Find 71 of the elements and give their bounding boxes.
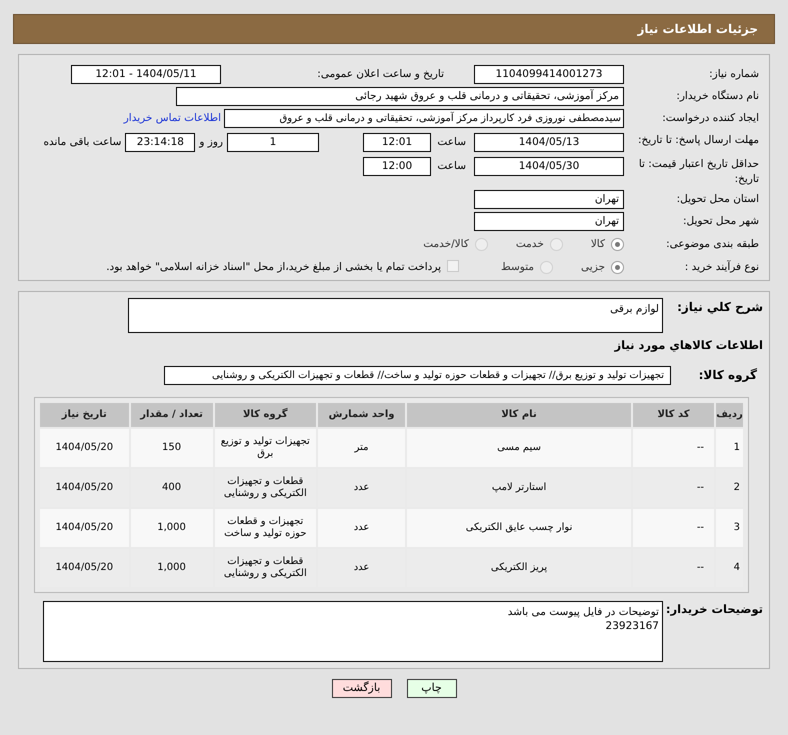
field-label: شهر محل تحویل: — [682, 214, 759, 229]
column-header: تعداد / مقدار — [130, 402, 213, 427]
field-label: ساعت — [436, 159, 467, 174]
field-value: تهران — [474, 212, 624, 231]
table-cell: نوار چسب عایق الکتریکی — [407, 508, 631, 547]
field-value: مرکز آموزشی، تحقیقاتی و درمانی قلب و عروق شهید رجائی — [176, 87, 624, 106]
radio-button[interactable] — [611, 238, 624, 252]
section-title: اطلاعات كالاهاي مورد نياز — [613, 336, 763, 354]
radio-label: کالا — [590, 237, 605, 252]
field-value: سیدمصطفی نوروزی فرد کارپرداز مرکز آموزشی، تحقیقاتی و درمانی قلب و عروق — [224, 109, 624, 128]
field-label: تاریخ و ساعت اعلان عمومی: — [316, 67, 445, 82]
field-value: 12:01 — [363, 133, 431, 152]
notes-line: 23923167 — [604, 618, 659, 633]
field-value: تهران — [474, 190, 624, 209]
field-label: شماره نیاز: — [708, 67, 759, 82]
contact-link[interactable]: اطلاعات تماس خریدار — [124, 109, 224, 127]
print-button[interactable]: چاپ — [406, 678, 456, 698]
table-cell: متر — [318, 428, 406, 467]
field-value: 1404/05/13 — [474, 133, 624, 152]
field-label: توضیحات خریدار: — [664, 600, 763, 618]
page-header: جزئیات اطلاعات نیاز — [13, 14, 775, 44]
radio-button[interactable] — [550, 238, 563, 252]
field-value: 1404/05/11 - 12:01 — [71, 65, 221, 84]
field-label: روز و — [198, 135, 224, 150]
field-label: طبقه بندی موضوعی: — [665, 237, 759, 252]
bg-[#ffffe0]!: 23:14:18 — [125, 133, 196, 152]
table-cell: 1404/05/20 — [40, 508, 129, 547]
description-box[interactable]: لوازم برقی — [128, 298, 663, 332]
table-cell: 1,000 — [130, 508, 213, 547]
column-header: گروه کالا — [214, 402, 316, 427]
column-header: تاریخ نیاز — [40, 402, 129, 427]
radio-button[interactable] — [611, 261, 624, 274]
field-label: ساعت — [436, 135, 467, 150]
field-value: 1 — [227, 133, 319, 152]
radio-label: متوسط — [501, 260, 534, 275]
radio-label: کالا/خدمت — [423, 237, 469, 252]
field-label: حداقل تاریخ اعتبار قیمت: تا تاریخ: — [638, 157, 759, 187]
table-cell: 150 — [130, 428, 213, 467]
field-label: مهلت ارسال پاسخ: تا تاریخ: — [636, 133, 759, 148]
column-header: کد کالا — [632, 402, 714, 427]
back-button[interactable]: بازگشت — [332, 678, 392, 698]
table-cell: تجهیزات و قطعات حوزه تولید و ساخت — [214, 508, 316, 547]
field-label: نام دستگاه خریدار: — [675, 88, 759, 104]
field-label: گروه کالا: — [698, 366, 758, 384]
radio-button[interactable] — [540, 261, 554, 274]
field-value: 12:00 — [363, 157, 431, 176]
field-value: تجهیزات تولید و توزیع برق// تجهیزات و قطعات حوزه تولید و ساخت// قطعات و تجهیزات الکتریکی و روشنایی — [164, 366, 671, 385]
column-header: واحد شمارش — [318, 402, 406, 427]
field-value: 1404/05/30 — [474, 157, 624, 176]
table-cell: 1404/05/20 — [40, 428, 129, 467]
table-cell: -- — [632, 428, 714, 467]
field-label: شرح كلي نياز: — [676, 298, 763, 316]
field-value: 1104099414001273 — [474, 65, 624, 84]
checkbox[interactable] — [447, 260, 460, 272]
field-label: ایجاد کننده درخواست: — [661, 111, 759, 126]
table-cell: 1 — [716, 428, 743, 467]
field-label: استان محل تحویل: — [676, 192, 759, 207]
table-cell: عدد — [318, 508, 406, 547]
table-cell: سیم مسی — [407, 428, 631, 467]
radio-button[interactable] — [474, 238, 488, 252]
field-label: نوع فرآیند خرید : — [684, 260, 759, 275]
notes-line: توضیحات در فایل پیوست می باشد — [506, 604, 659, 619]
table-cell: 3 — [716, 508, 743, 547]
radio-label: خدمت — [516, 237, 544, 252]
table-cell: -- — [632, 508, 714, 547]
column-header: نام کالا — [407, 402, 631, 427]
checkbox-label: پرداخت تمام یا بخشی از مبلغ خرید،از محل "اسناد خزانه اسلامی" خواهد بود. — [106, 260, 442, 275]
column-header: ردیف — [716, 402, 743, 427]
radio-label: جزیی — [581, 260, 605, 275]
table-cell: تجهیزات تولید و توزیع برق — [214, 428, 316, 467]
field-label: ساعت باقی مانده — [43, 135, 122, 150]
